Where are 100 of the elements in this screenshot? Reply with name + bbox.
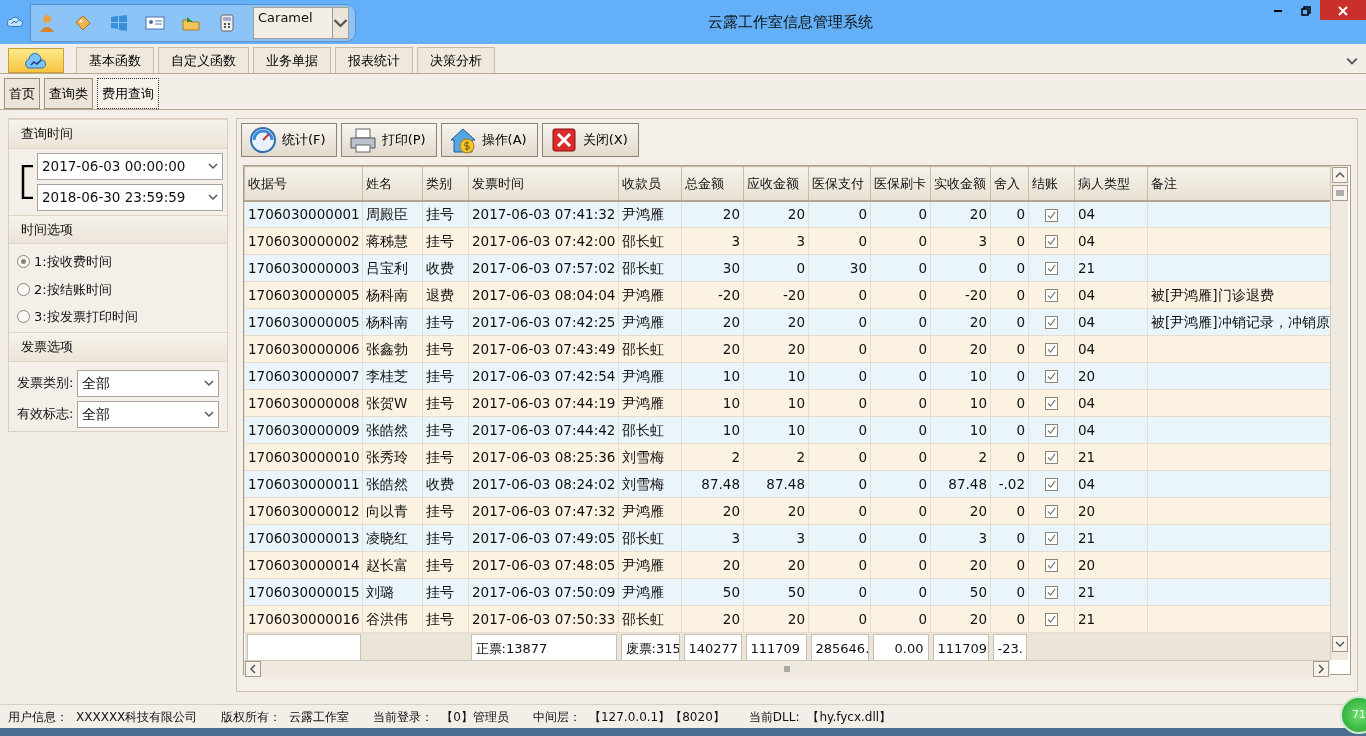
checkbox[interactable]: [1045, 208, 1058, 222]
start-date-field[interactable]: 2017-06-03 00:00:00: [37, 152, 223, 180]
ribbon-tab[interactable]: 自定义函数: [158, 47, 249, 73]
checkbox[interactable]: [1045, 451, 1058, 465]
column-header[interactable]: 姓名: [362, 166, 423, 201]
table-cell: 50: [743, 578, 809, 606]
ribbon-tab[interactable]: 报表统计: [335, 47, 413, 73]
status-label: 用户信息：: [8, 708, 68, 726]
end-date-field[interactable]: 2018-06-30 23:59:59: [37, 183, 223, 211]
theme-dropdown[interactable]: Caramel: [253, 7, 349, 39]
column-header[interactable]: 应收金额: [743, 166, 809, 201]
column-header[interactable]: 病人类型: [1074, 166, 1148, 201]
checkbox[interactable]: [1045, 289, 1058, 303]
checkbox[interactable]: [1045, 478, 1058, 492]
document-tab[interactable]: 费用查询: [97, 78, 159, 109]
scroll-up-button[interactable]: [1332, 167, 1348, 183]
table-cell: 1706030000015: [244, 578, 363, 606]
scroll-thumb[interactable]: [1332, 185, 1348, 201]
close-button[interactable]: [1320, 0, 1366, 20]
ribbon-tab[interactable]: 业务单据: [253, 47, 331, 73]
checkbox[interactable]: [1045, 343, 1058, 357]
chevron-down-icon: [208, 162, 218, 170]
table-cell: 04: [1074, 335, 1148, 363]
column-header[interactable]: 结账: [1028, 166, 1075, 201]
table-cell: 0: [743, 254, 809, 282]
radio-option[interactable]: 1:按收费时间: [17, 252, 219, 272]
chevron-down-icon: [208, 193, 218, 201]
minimize-icon: [1273, 9, 1283, 12]
field-label: 发票类别:: [17, 374, 74, 393]
checkbox[interactable]: [1045, 316, 1058, 330]
ribbon-tab[interactable]: 决策分析: [417, 47, 495, 73]
table-cell: 04: [1074, 227, 1148, 255]
check-icon: [1047, 480, 1056, 490]
checkbox[interactable]: [1045, 586, 1058, 600]
table-cell: 2017-06-03 08:24:02: [468, 470, 619, 498]
table-cell: 20: [743, 605, 809, 633]
toolbar-button[interactable]: 统计(F): [241, 123, 337, 157]
column-header[interactable]: 舍入: [990, 166, 1029, 201]
grip-icon[interactable]: [783, 664, 791, 673]
status-label: 当前登录：: [373, 708, 434, 726]
checkbox[interactable]: [1045, 370, 1058, 384]
table-cell: 1706030000005: [244, 281, 363, 309]
dropdown-field[interactable]: 全部: [77, 400, 219, 428]
document-tab[interactable]: 首页: [4, 78, 40, 109]
column-header[interactable]: 发票时间: [468, 166, 619, 201]
chevron-left-icon: [249, 663, 257, 674]
column-header[interactable]: 实收金额: [930, 166, 991, 201]
column-header[interactable]: 备注: [1147, 166, 1330, 201]
status-label: 版权所有：: [221, 708, 282, 726]
tag-icon[interactable]: [73, 13, 93, 33]
toolbar-button[interactable]: 操作(A): [440, 123, 538, 157]
calculator-icon[interactable]: [217, 13, 237, 33]
scroll-left-button[interactable]: [245, 660, 261, 677]
section-header: 发票选项: [9, 332, 227, 362]
checkbox[interactable]: [1045, 235, 1058, 249]
table-cell: 2017-06-03 07:41:32: [468, 200, 619, 228]
scroll-right-button[interactable]: [1313, 660, 1329, 677]
table-cell: 1706030000013: [244, 524, 363, 552]
check-icon: [1047, 345, 1056, 355]
table-cell: 2: [743, 443, 809, 471]
column-header[interactable]: 总金额: [681, 166, 744, 201]
column-header[interactable]: 类别: [422, 166, 469, 201]
check-icon: [1047, 291, 1056, 301]
radio-option[interactable]: 2:按结账时间: [17, 279, 219, 299]
scroll-down-button[interactable]: [1332, 636, 1348, 652]
table-cell: 2017-06-03 07:48:05: [468, 551, 619, 579]
checkbox[interactable]: [1045, 424, 1058, 438]
table-cell: 10: [743, 389, 809, 417]
table-cell: 1706030000014: [244, 551, 363, 579]
table-cell: 21: [1074, 578, 1148, 606]
table-cell: 被[尹鸿雁]冲销记录，冲销原: [1147, 308, 1330, 336]
checkbox[interactable]: [1045, 505, 1058, 519]
toolbar-button[interactable]: 关闭(X): [541, 123, 639, 157]
column-header[interactable]: 医保刷卡: [870, 166, 931, 201]
windows-icon[interactable]: [109, 13, 129, 33]
column-header[interactable]: 收据号: [244, 166, 363, 201]
checkbox[interactable]: [1045, 262, 1058, 276]
id-card-icon[interactable]: [145, 13, 165, 33]
document-tab[interactable]: 查询类: [44, 78, 93, 109]
status-value: 【127.0.0.1】【8020】: [588, 708, 725, 726]
toolbar-button[interactable]: 打印(P): [340, 123, 437, 157]
ribbon-tab[interactable]: 基本函数: [76, 47, 154, 73]
checkbox[interactable]: [1045, 532, 1058, 546]
checkbox[interactable]: [1045, 559, 1058, 573]
check-icon: [1047, 318, 1056, 328]
table-cell: 10: [743, 362, 809, 390]
chevron-down-icon[interactable]: [1346, 55, 1358, 66]
checkbox[interactable]: [1045, 397, 1058, 411]
window-title: 云露工作室信息管理系统: [707, 11, 873, 33]
radio-option[interactable]: 3:按发票打印时间: [17, 307, 219, 327]
table-cell: 1706030000016: [244, 605, 363, 633]
table-cell: 2017-06-03 07:42:25: [468, 308, 619, 336]
column-header[interactable]: 医保支付: [808, 166, 871, 201]
chevron-down-icon: [204, 410, 214, 418]
checkbox[interactable]: [1045, 613, 1058, 627]
table-cell: 1706030000009: [244, 416, 363, 444]
app-menu-button[interactable]: [8, 48, 64, 73]
column-header[interactable]: 收款员: [618, 166, 682, 201]
dropdown-field[interactable]: 全部: [77, 369, 219, 397]
table-cell: 3: [743, 227, 809, 255]
